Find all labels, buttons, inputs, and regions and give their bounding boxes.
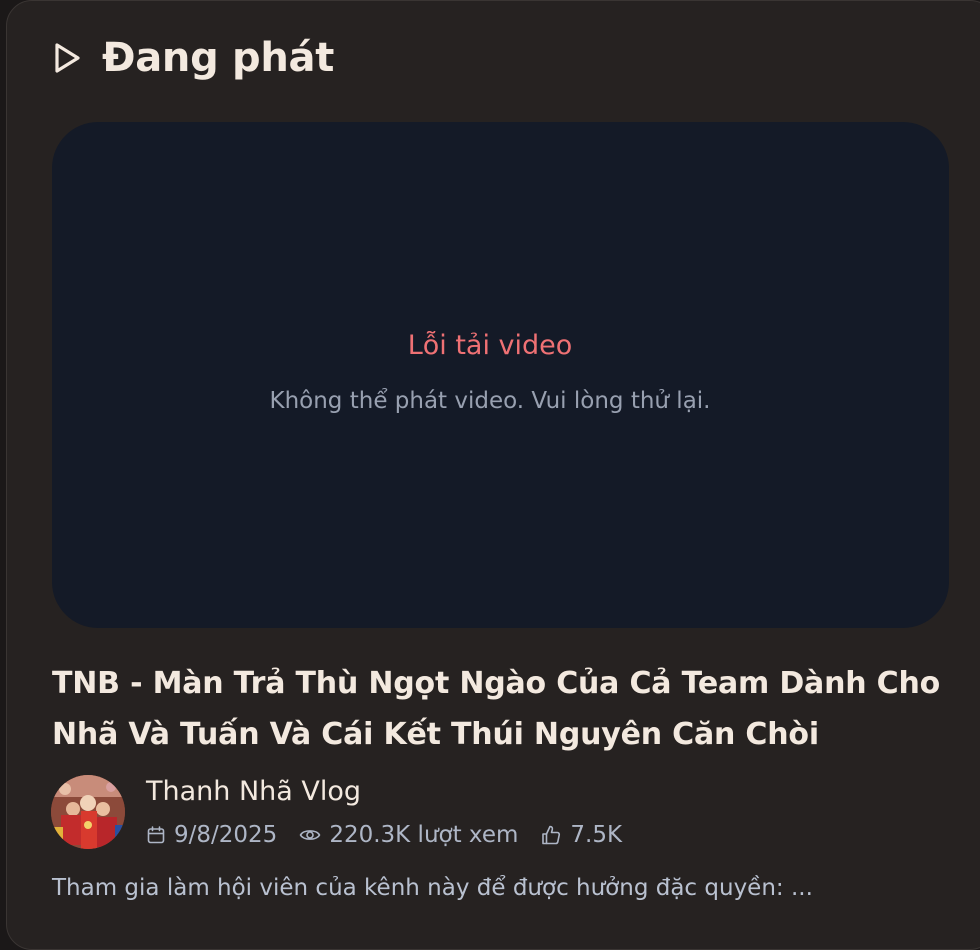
now-playing-header: Đang phát — [52, 30, 334, 86]
video-error-title: Lỗi tải video — [407, 330, 573, 361]
channel-name[interactable]: Thanh Nhã Vlog — [146, 776, 361, 807]
page-title: Đang phát — [102, 35, 335, 81]
video-description[interactable]: Tham gia làm hội viên của kênh này để đư… — [52, 875, 952, 901]
eye-icon — [300, 830, 321, 840]
video-title: TNB - Màn Trả Thù Ngọt Ngào Của Cả Team … — [52, 666, 941, 752]
channel-avatar[interactable] — [51, 775, 125, 849]
view-count: 220.3K lượt xem — [299, 822, 518, 848]
video-player[interactable] — [52, 122, 949, 628]
video-error-message: Không thể phát video. Vui lòng thử lại. — [269, 388, 711, 414]
video-meta: 9/8/2025 220.3K lượt xem 7.5K — [146, 818, 644, 852]
publish-date: 9/8/2025 — [146, 822, 277, 848]
like-count: 7.5K — [540, 822, 622, 848]
calendar-icon — [147, 826, 165, 844]
thumbs-up-icon — [542, 825, 561, 845]
play-icon — [55, 43, 80, 73]
